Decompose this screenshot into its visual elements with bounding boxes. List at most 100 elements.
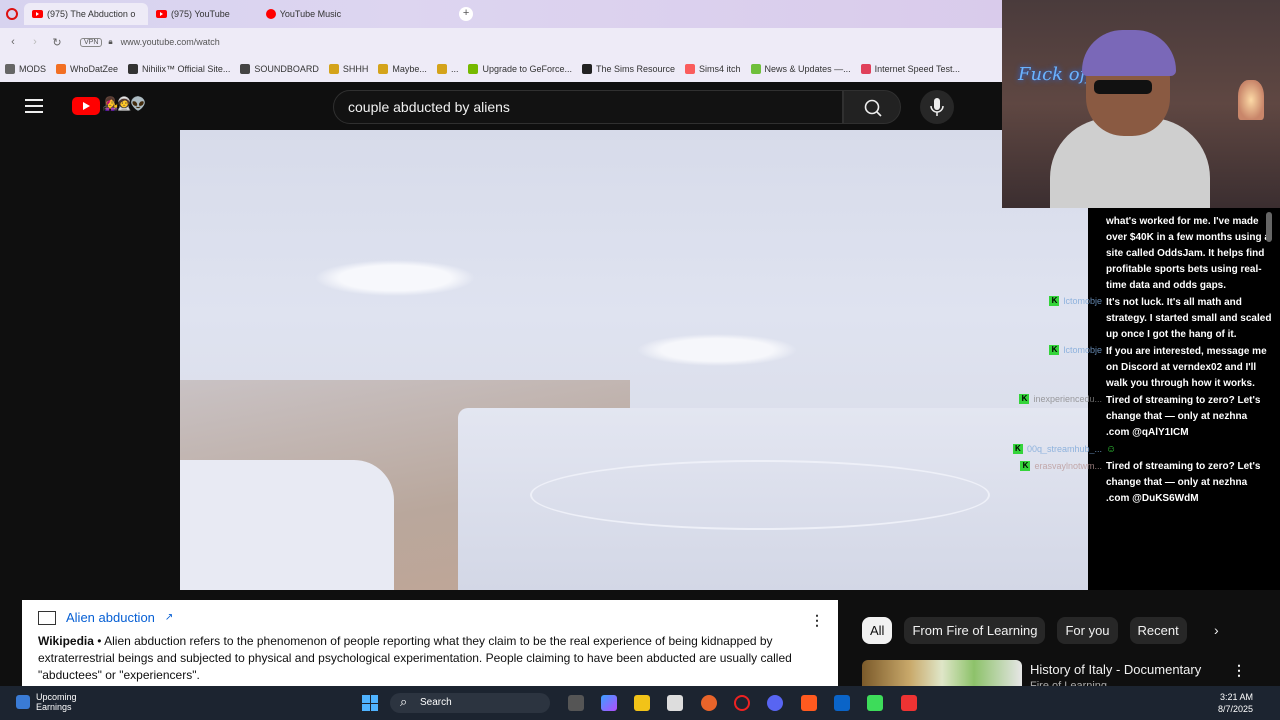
widgets-text: Upcoming Earnings [36, 692, 77, 712]
kick-badge-icon: K [1019, 394, 1030, 404]
opera-gx-icon[interactable] [734, 695, 750, 711]
chips-next-icon[interactable]: › [1214, 622, 1219, 638]
site-icon [128, 64, 139, 74]
chat-username: Klctomobje [990, 296, 1102, 306]
chat-message: If you are interested, message me on Dis… [1106, 346, 1267, 389]
bookmark-item[interactable]: Nihilix™ Official Site... [123, 64, 235, 74]
bookmark-item[interactable]: SOUNDBOARD [235, 64, 324, 74]
chip-for-you[interactable]: For you [1057, 617, 1118, 644]
search-button[interactable] [843, 90, 901, 124]
menu-icon[interactable] [25, 99, 43, 113]
kick-icon[interactable] [867, 695, 883, 711]
bookmark-item[interactable]: The Sims Resource [577, 64, 680, 74]
tab-label: (975) YouTube [171, 9, 230, 19]
lamp-image [1238, 80, 1264, 120]
chat-message: It's not luck. It's all math and strateg… [1106, 297, 1272, 340]
kick-badge-icon: K [1020, 461, 1031, 471]
outlook-icon[interactable] [834, 695, 850, 711]
tab-abduction[interactable]: (975) The Abduction o [24, 3, 148, 25]
bookmark-item[interactable]: Upgrade to GeForce... [463, 64, 577, 74]
bookmark-item[interactable]: Sims4 itch [680, 64, 746, 74]
nvidia-icon [468, 64, 479, 74]
app-icon[interactable] [801, 695, 817, 711]
copilot-icon[interactable] [601, 695, 617, 711]
bookmark-item[interactable]: MODS [0, 64, 51, 74]
info-panel: Alien abduction ↗ ⋮ Wikipedia • Alien ab… [22, 600, 838, 686]
video-frame-light [180, 460, 394, 590]
clock-date: 8/7/2025 [1218, 704, 1254, 714]
bookmark-label: News & Updates —... [764, 64, 851, 74]
widgets-button[interactable]: Upcoming Earnings [16, 692, 77, 712]
more-options-icon[interactable]: ⋮ [810, 612, 824, 629]
reload-icon[interactable]: ↻ [46, 36, 68, 49]
clock-time: 3:21 AM [1220, 692, 1254, 702]
video-player[interactable] [180, 130, 1088, 590]
folder-icon [5, 64, 15, 74]
info-panel-icon [38, 610, 56, 625]
discord-icon[interactable] [767, 695, 783, 711]
chat-message: what's worked for me. I've made over $40… [1106, 216, 1270, 291]
recommendation-thumbnail[interactable] [862, 660, 1022, 688]
bookmark-item[interactable]: Internet Speed Test... [856, 64, 965, 74]
youtube-favicon-icon [32, 10, 43, 18]
bookmark-label: SHHH [342, 64, 369, 74]
bookmark-label: Nihilix™ Official Site... [142, 64, 231, 74]
bookmark-item[interactable]: WhoDatZee [51, 64, 123, 74]
tab-youtube[interactable]: (975) YouTube [148, 3, 238, 25]
browser-icon[interactable] [701, 695, 717, 711]
tab-label: (975) The Abduction o [47, 9, 136, 19]
chat-scrollbar[interactable] [1266, 212, 1272, 242]
recommendation-item[interactable]: History of Italy - Documentary Fire of L… [862, 660, 1280, 688]
url-field[interactable]: www.youtube.com/watch [121, 37, 220, 47]
start-icon[interactable] [362, 695, 378, 711]
external-link-icon[interactable]: ↗ [165, 612, 173, 623]
bookmark-item[interactable]: ... [432, 64, 464, 74]
recommendation-title[interactable]: History of Italy - Documentary [1030, 662, 1201, 677]
bookmark-label: ... [450, 64, 459, 74]
lock-icon[interactable]: 🔒︎ [108, 37, 112, 47]
recommendation-menu-icon[interactable]: ⋮ [1232, 662, 1246, 679]
filter-chips: All From Fire of Learning For you Recent [862, 617, 1187, 644]
chat-username: Kerasvaylnotwm... [990, 461, 1102, 471]
doodle-icon[interactable]: 👩‍🎤🧑‍🚀👽 [102, 96, 147, 112]
task-view-icon[interactable] [568, 695, 584, 711]
info-panel-title[interactable]: Alien abduction [66, 610, 155, 625]
bookmark-item[interactable]: News & Updates —... [746, 64, 856, 74]
windows-taskbar: UpcomingEarnings Search 3:21 AM 8/7/2025 [0, 686, 1280, 720]
taskbar-search[interactable]: Search [390, 693, 550, 713]
youtube-logo-icon[interactable] [72, 97, 100, 115]
bookmark-label: WhoDatZee [70, 64, 119, 74]
chip-all[interactable]: All [862, 617, 893, 644]
back-icon[interactable]: ‹ [2, 36, 24, 48]
opera-logo-icon[interactable] [6, 8, 18, 20]
player-letterbox [0, 130, 180, 590]
bookmark-label: Upgrade to GeForce... [482, 64, 572, 74]
star-icon [378, 64, 389, 74]
widgets-title: Upcoming [36, 692, 77, 702]
app-icon-red[interactable] [901, 695, 917, 711]
streamer-hat [1082, 30, 1176, 76]
new-tab-button[interactable]: + [459, 7, 474, 21]
chip-recent[interactable]: Recent [1129, 617, 1187, 644]
chat-overlay: what's worked for me. I've made over $40… [1088, 208, 1280, 590]
vpn-badge[interactable]: VPN [80, 37, 103, 47]
chat-message: Tired of streaming to zero? Let's change… [1106, 461, 1261, 504]
forward-icon[interactable]: › [24, 36, 46, 48]
video-frame-ring [530, 460, 990, 530]
store-icon[interactable] [667, 695, 683, 711]
info-panel-description: • Alien abduction refers to the phenomen… [38, 634, 792, 682]
voice-search-button[interactable] [920, 90, 954, 124]
bookmark-item[interactable]: Maybe... [373, 64, 432, 74]
info-panel-source[interactable]: Wikipedia [38, 634, 94, 648]
bookmark-label: The Sims Resource [596, 64, 676, 74]
chip-from-fire-of-learning[interactable]: From Fire of Learning [904, 617, 1046, 644]
search-input[interactable]: couple abducted by aliens [333, 90, 843, 124]
clock[interactable]: 3:21 AM 8/7/2025 [1218, 691, 1253, 715]
file-explorer-icon[interactable] [634, 695, 650, 711]
screen: (975) The Abduction o (975) YouTube YouT… [0, 0, 1280, 720]
info-panel-header: Alien abduction ↗ [38, 610, 822, 625]
youtube-masthead: 👩‍🎤🧑‍🚀👽 couple abducted by aliens [0, 84, 1002, 130]
kick-badge-icon: K [1049, 296, 1060, 306]
tab-youtube-music[interactable]: YouTube Music [258, 3, 349, 25]
bookmark-item[interactable]: SHHH [324, 64, 374, 74]
